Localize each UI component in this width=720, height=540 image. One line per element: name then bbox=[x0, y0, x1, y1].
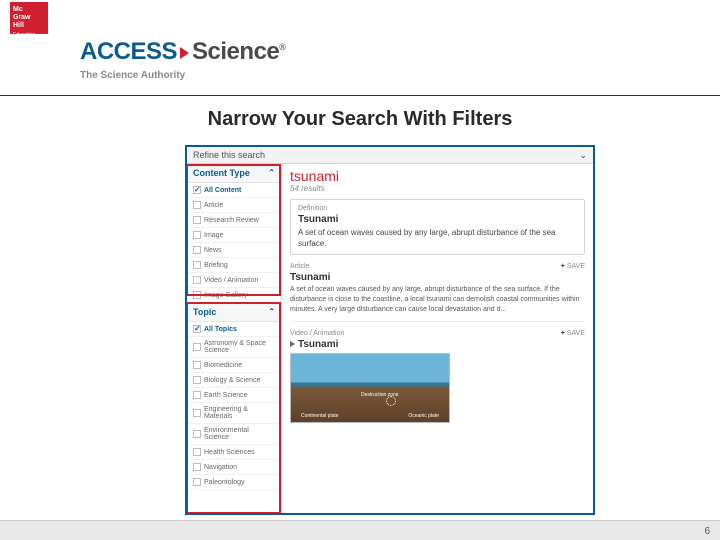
facet-label: Biomedicine bbox=[204, 362, 242, 369]
content-type-item[interactable]: News bbox=[187, 243, 281, 258]
topic-item[interactable]: Health Sciences bbox=[187, 445, 281, 460]
checkbox-icon[interactable] bbox=[193, 430, 201, 438]
facet-label: All Content bbox=[204, 187, 241, 194]
checkbox-icon[interactable] bbox=[193, 463, 201, 471]
topic-item[interactable]: Biomedicine bbox=[187, 358, 281, 373]
facet-label: Video / Animation bbox=[204, 277, 258, 284]
topic-item[interactable]: All Topics bbox=[187, 322, 281, 337]
checkbox-icon[interactable] bbox=[193, 261, 201, 269]
content-type-item[interactable]: Image Gallery bbox=[187, 288, 281, 303]
result-count: 54 results bbox=[290, 184, 585, 193]
slide-footer bbox=[0, 520, 720, 540]
checkbox-icon[interactable] bbox=[193, 291, 201, 299]
content-type-item[interactable]: Image bbox=[187, 228, 281, 243]
topic-item[interactable]: Earth Science bbox=[187, 388, 281, 403]
facet-label: Paleontology bbox=[204, 479, 244, 486]
checkbox-icon[interactable] bbox=[193, 448, 201, 456]
video-thumbnail[interactable]: Destruction zone Continental plate Ocean… bbox=[290, 353, 450, 423]
facet-label: Research Review bbox=[204, 217, 259, 224]
filter-sidebar: Content Type⌃ All Content Article Research… bbox=[187, 164, 282, 512]
facet-label: Image Gallery bbox=[204, 292, 248, 299]
topic-item[interactable]: Environmental Science bbox=[187, 424, 281, 445]
content-type-item[interactable]: Research Review bbox=[187, 213, 281, 228]
facet-label: News bbox=[204, 247, 222, 254]
topic-item[interactable]: Astronomy & Space Science bbox=[187, 337, 281, 358]
facet-label: Briefing bbox=[204, 262, 228, 269]
facet-label: Health Sciences bbox=[204, 449, 255, 456]
facet-label: Biology & Science bbox=[204, 377, 260, 384]
save-button[interactable]: +SAVE bbox=[561, 330, 585, 337]
content-type-item[interactable]: Briefing bbox=[187, 258, 281, 273]
checkbox-icon[interactable] bbox=[193, 231, 201, 239]
caret-up-icon: ⌃ bbox=[268, 307, 275, 316]
header-divider bbox=[0, 95, 720, 96]
definition-box: Definition Tsunami A set of ocean waves … bbox=[290, 199, 585, 255]
facet-label: Earth Science bbox=[204, 392, 248, 399]
facet-label: Astronomy & Space Science bbox=[204, 340, 275, 354]
content-type-item[interactable]: Video / Animation bbox=[187, 273, 281, 288]
result-video[interactable]: +SAVE Video / Animation Tsunami Destruct… bbox=[290, 330, 585, 429]
checkbox-icon[interactable] bbox=[193, 246, 201, 254]
facet-label: Article bbox=[204, 202, 223, 209]
facet-label: Environmental Science bbox=[204, 427, 275, 441]
caret-up-icon: ⌃ bbox=[268, 168, 275, 177]
checkbox-icon[interactable] bbox=[193, 409, 201, 417]
checkbox-icon[interactable] bbox=[193, 478, 201, 486]
content-type-item[interactable]: All Content bbox=[187, 183, 281, 198]
checkbox-icon[interactable] bbox=[193, 391, 201, 399]
refine-search-bar[interactable]: Refine this search ⌄ bbox=[187, 147, 593, 164]
facet-label: All Topics bbox=[204, 326, 237, 333]
chevron-down-icon: ⌄ bbox=[579, 150, 587, 161]
save-button[interactable]: +SAVE bbox=[561, 263, 585, 270]
topic-item[interactable]: Navigation bbox=[187, 460, 281, 475]
checkbox-icon[interactable] bbox=[193, 201, 201, 209]
facet-topic-header[interactable]: Topic⌃ bbox=[187, 303, 281, 322]
checkbox-icon[interactable] bbox=[193, 325, 201, 333]
play-icon bbox=[290, 341, 295, 347]
checkbox-icon[interactable] bbox=[193, 343, 201, 351]
topic-item[interactable]: Engineering & Materials bbox=[187, 403, 281, 424]
search-term: tsunami bbox=[290, 168, 585, 184]
checkbox-icon[interactable] bbox=[193, 376, 201, 384]
page-number: 6 bbox=[704, 526, 710, 537]
mcgraw-hill-logo: Mc Graw Hill Education bbox=[10, 2, 48, 34]
search-results-screenshot: Refine this search ⌄ Content Type⌃ All C… bbox=[185, 145, 595, 515]
content-type-item[interactable]: Article bbox=[187, 198, 281, 213]
results-column: tsunami 54 results Definition Tsunami A … bbox=[282, 164, 593, 512]
triangle-icon bbox=[180, 47, 189, 59]
facet-content-type-header[interactable]: Content Type⌃ bbox=[187, 164, 281, 183]
checkbox-icon[interactable] bbox=[193, 216, 201, 224]
facet-label: Navigation bbox=[204, 464, 237, 471]
facet-label: Engineering & Materials bbox=[204, 406, 275, 420]
checkbox-icon[interactable] bbox=[193, 361, 201, 369]
topic-item[interactable]: Paleontology bbox=[187, 475, 281, 490]
checkbox-icon[interactable] bbox=[193, 186, 201, 194]
checkbox-icon[interactable] bbox=[193, 276, 201, 284]
accessscience-logo: ACCESSScience® The Science Authority bbox=[80, 38, 285, 81]
slide-title: Narrow Your Search With Filters bbox=[0, 108, 720, 131]
result-article[interactable]: +SAVE Article Tsunami A set of ocean wav… bbox=[290, 263, 585, 322]
facet-label: Image bbox=[204, 232, 223, 239]
topic-item[interactable]: Biology & Science bbox=[187, 373, 281, 388]
